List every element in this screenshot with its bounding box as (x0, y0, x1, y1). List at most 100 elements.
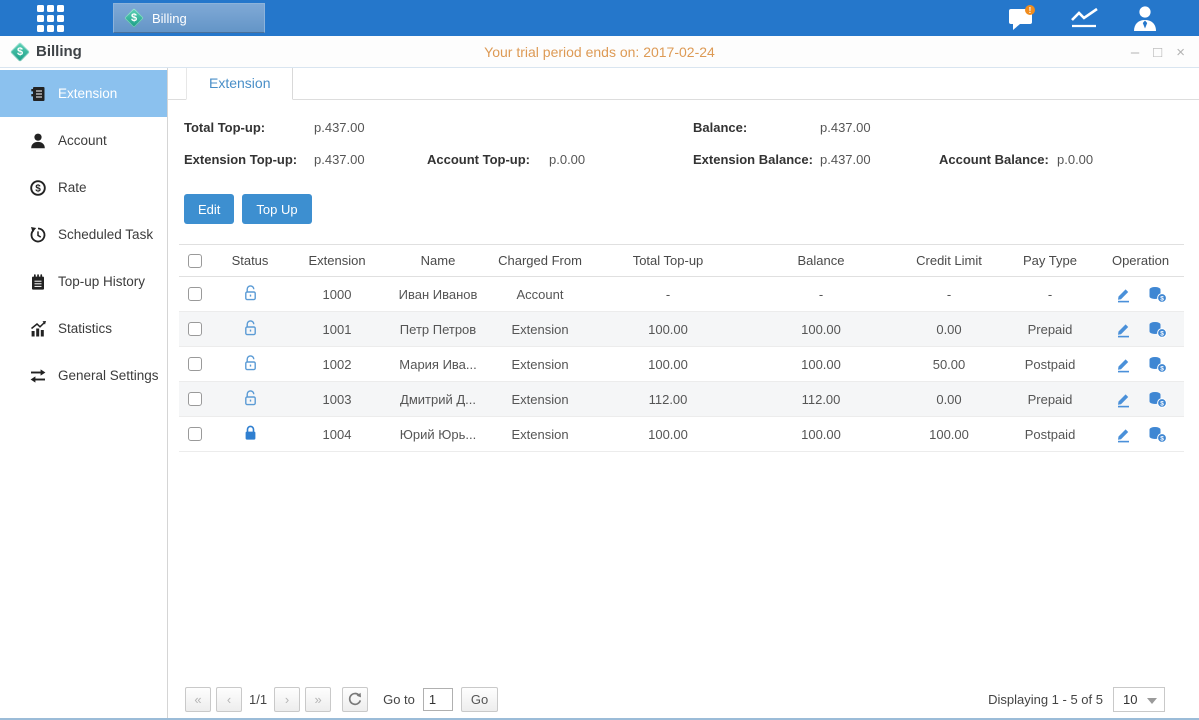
sidebar-item-statistics[interactable]: Statistics (0, 305, 167, 352)
row-checkbox[interactable] (188, 322, 202, 336)
edit-pencil-icon[interactable] (1115, 391, 1132, 408)
col-header-total-topup[interactable]: Total Top-up (589, 253, 747, 268)
sidebar-item-label: Extension (58, 86, 117, 101)
table-row: 1004 Юрий Юрь... Extension 100.00 100.00… (179, 417, 1184, 452)
total-topup-cell: 100.00 (589, 427, 747, 442)
page-size-dropdown[interactable]: 10 (1113, 687, 1165, 712)
statistics-icon (29, 320, 47, 338)
pay-type-cell: - (1003, 287, 1097, 302)
charged-from-cell: Account (491, 287, 589, 302)
operation-cell: $ (1097, 321, 1184, 338)
sidebar-item-label: Scheduled Task (58, 227, 153, 242)
next-page-button[interactable]: › (274, 687, 300, 712)
prev-page-button[interactable]: ‹ (216, 687, 242, 712)
row-checkbox[interactable] (188, 392, 202, 406)
taskbar-item-billing[interactable]: Billing (113, 3, 265, 33)
name-cell: Дмитрий Д... (385, 392, 491, 407)
account-balance-label: Account Balance: (939, 152, 1049, 167)
pay-type-cell: Prepaid (1003, 392, 1097, 407)
goto-page-input[interactable] (423, 688, 453, 711)
total-topup-cell: 100.00 (589, 357, 747, 372)
first-page-button[interactable]: « (185, 687, 211, 712)
last-page-button[interactable]: » (305, 687, 331, 712)
row-checkbox[interactable] (188, 427, 202, 441)
total-topup-label: Total Top-up: (184, 120, 265, 135)
balance-value: p.437.00 (820, 120, 871, 135)
pagination-right: Displaying 1 - 5 of 5 10 (988, 687, 1165, 712)
extension-topup-label: Extension Top-up: (184, 152, 297, 167)
rate-icon: $ (29, 179, 47, 197)
go-button[interactable]: Go (461, 687, 498, 712)
svg-text:$: $ (1160, 295, 1164, 302)
col-header-status[interactable]: Status (211, 253, 289, 268)
page-indicator: 1/1 (247, 692, 274, 707)
sidebar-item-rate[interactable]: $ Rate (0, 164, 167, 211)
edit-pencil-icon[interactable] (1115, 356, 1132, 373)
row-checkbox[interactable] (188, 287, 202, 301)
total-topup-cell: - (589, 287, 747, 302)
svg-text:$: $ (35, 183, 41, 194)
col-header-extension[interactable]: Extension (289, 253, 385, 268)
topup-history-icon (29, 273, 47, 291)
sidebar-item-label: Top-up History (58, 274, 145, 289)
refresh-icon (348, 692, 362, 706)
col-header-operation[interactable]: Operation (1097, 253, 1184, 268)
extension-balance-label: Extension Balance: (693, 152, 813, 167)
chat-icon[interactable]: ! (1007, 5, 1039, 31)
total-topup-cell: 100.00 (589, 322, 747, 337)
col-header-name[interactable]: Name (385, 253, 491, 268)
user-icon[interactable] (1131, 5, 1159, 31)
row-checkbox[interactable] (188, 357, 202, 371)
extension-icon (29, 85, 47, 103)
topup-coins-icon[interactable]: $ (1148, 391, 1167, 408)
tab-extension[interactable]: Extension (186, 68, 293, 100)
refresh-button[interactable] (342, 687, 368, 712)
sidebar-item-account[interactable]: Account (0, 117, 167, 164)
action-buttons: Edit Top Up (184, 194, 1199, 224)
name-cell: Иван Иванов (385, 287, 491, 302)
topup-coins-icon[interactable]: $ (1148, 426, 1167, 443)
lock-open-icon (243, 389, 258, 407)
edit-pencil-icon[interactable] (1115, 426, 1132, 443)
col-header-credit-limit[interactable]: Credit Limit (895, 253, 1003, 268)
total-topup-cell: 112.00 (589, 392, 747, 407)
close-icon[interactable]: × (1176, 45, 1185, 60)
window-controls: – □ × (1131, 36, 1185, 68)
titlebar: Billing Your trial period ends on: 2017-… (0, 36, 1199, 68)
svg-text:$: $ (1160, 365, 1164, 372)
sidebar-item-general-settings[interactable]: General Settings (0, 352, 167, 399)
operation-cell: $ (1097, 426, 1184, 443)
topup-button[interactable]: Top Up (242, 194, 311, 224)
col-header-charged-from[interactable]: Charged From (491, 253, 589, 268)
table-row: 1003 Дмитрий Д... Extension 112.00 112.0… (179, 382, 1184, 417)
minimize-icon[interactable]: – (1131, 45, 1139, 60)
balance-cell: 112.00 (747, 392, 895, 407)
balance-cell: 100.00 (747, 357, 895, 372)
lock-open-icon (243, 319, 258, 337)
taskbar-item-label: Billing (152, 11, 187, 26)
chart-icon[interactable] (1069, 6, 1101, 30)
sidebar-item-topup-history[interactable]: Top-up History (0, 258, 167, 305)
sidebar-item-scheduled-task[interactable]: Scheduled Task (0, 211, 167, 258)
sidebar-item-extension[interactable]: Extension (0, 70, 167, 117)
chevron-down-icon (1147, 698, 1157, 704)
edit-button[interactable]: Edit (184, 194, 234, 224)
maximize-icon[interactable]: □ (1153, 45, 1162, 60)
topup-coins-icon[interactable]: $ (1148, 356, 1167, 373)
page-size-value: 10 (1123, 692, 1137, 707)
name-cell: Юрий Юрь... (385, 427, 491, 442)
select-all-checkbox[interactable] (188, 254, 202, 268)
extension-cell: 1001 (289, 322, 385, 337)
edit-pencil-icon[interactable] (1115, 321, 1132, 338)
name-cell: Петр Петров (385, 322, 491, 337)
topup-coins-icon[interactable]: $ (1148, 286, 1167, 303)
col-header-pay-type[interactable]: Pay Type (1003, 253, 1097, 268)
tab-strip: Extension (168, 68, 1199, 100)
col-header-balance[interactable]: Balance (747, 253, 895, 268)
edit-pencil-icon[interactable] (1115, 286, 1132, 303)
topup-coins-icon[interactable]: $ (1148, 321, 1167, 338)
charged-from-cell: Extension (491, 322, 589, 337)
goto-label: Go to (383, 692, 415, 707)
apps-grid-icon[interactable] (37, 5, 69, 32)
sidebar-item-label: General Settings (58, 368, 159, 383)
